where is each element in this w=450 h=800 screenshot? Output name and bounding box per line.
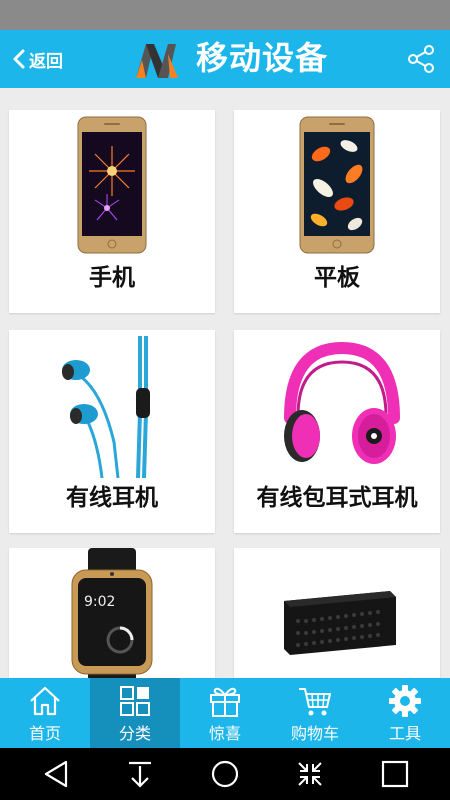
tab-label: 首页 [28,724,61,743]
nav-back-icon[interactable] [42,760,70,788]
phone-image [9,110,215,260]
category-grid: 手机 平板 有线耳机 有线包耳式耳机 9:02 [0,88,450,678]
tab-label: 惊喜 [208,724,241,743]
tab-label: 分类 [118,724,151,743]
headphones-image [234,330,440,480]
category-label: 有线包耳式耳机 [256,485,418,511]
watch-time-text: 9:02 [84,594,115,610]
nav-recents-icon[interactable] [381,760,409,788]
header-bar: 返回 移动设备 [0,30,450,88]
gear-icon [389,685,421,717]
speaker-image [234,548,440,678]
page-title: 移动设备 [196,39,329,77]
category-label: 手机 [89,265,135,291]
status-bar [0,0,450,30]
category-card-smartwatch[interactable]: 9:02 [9,548,215,678]
app-logo [136,44,178,78]
tab-home[interactable]: 首页 [0,678,90,748]
share-icon[interactable] [406,44,436,74]
back-label: 返回 [29,51,63,72]
category-card-over-ear-headphones[interactable]: 有线包耳式耳机 [234,330,440,533]
nav-collapse-icon[interactable] [296,760,324,788]
bottom-tab-bar: 首页 分类 惊喜 购物车 工具 [0,678,450,748]
category-label: 有线耳机 [66,485,158,511]
nav-home-icon[interactable] [211,760,239,788]
tab-surprise[interactable]: 惊喜 [180,678,270,748]
tab-cart[interactable]: 购物车 [270,678,360,748]
grid-icon [120,686,150,716]
smartwatch-image: 9:02 [9,548,215,678]
tablet-image [234,110,440,260]
home-icon [30,686,60,716]
category-card-tablet[interactable]: 平板 [234,110,440,313]
tab-label: 工具 [388,724,421,743]
category-label: 平板 [314,265,360,291]
tab-category[interactable]: 分类 [90,678,180,748]
gift-icon [210,687,240,717]
back-button[interactable]: 返回 [12,44,63,74]
category-card-phone[interactable]: 手机 [9,110,215,313]
chevron-left-icon [13,49,25,69]
category-card-speaker[interactable] [234,548,440,678]
nav-down-icon[interactable] [126,760,154,788]
tab-tools[interactable]: 工具 [360,678,450,748]
category-card-wired-earphones[interactable]: 有线耳机 [9,330,215,533]
earphones-image [9,330,215,480]
system-nav-bar [0,748,450,800]
cart-icon [299,688,331,716]
tab-label: 购物车 [290,724,339,743]
